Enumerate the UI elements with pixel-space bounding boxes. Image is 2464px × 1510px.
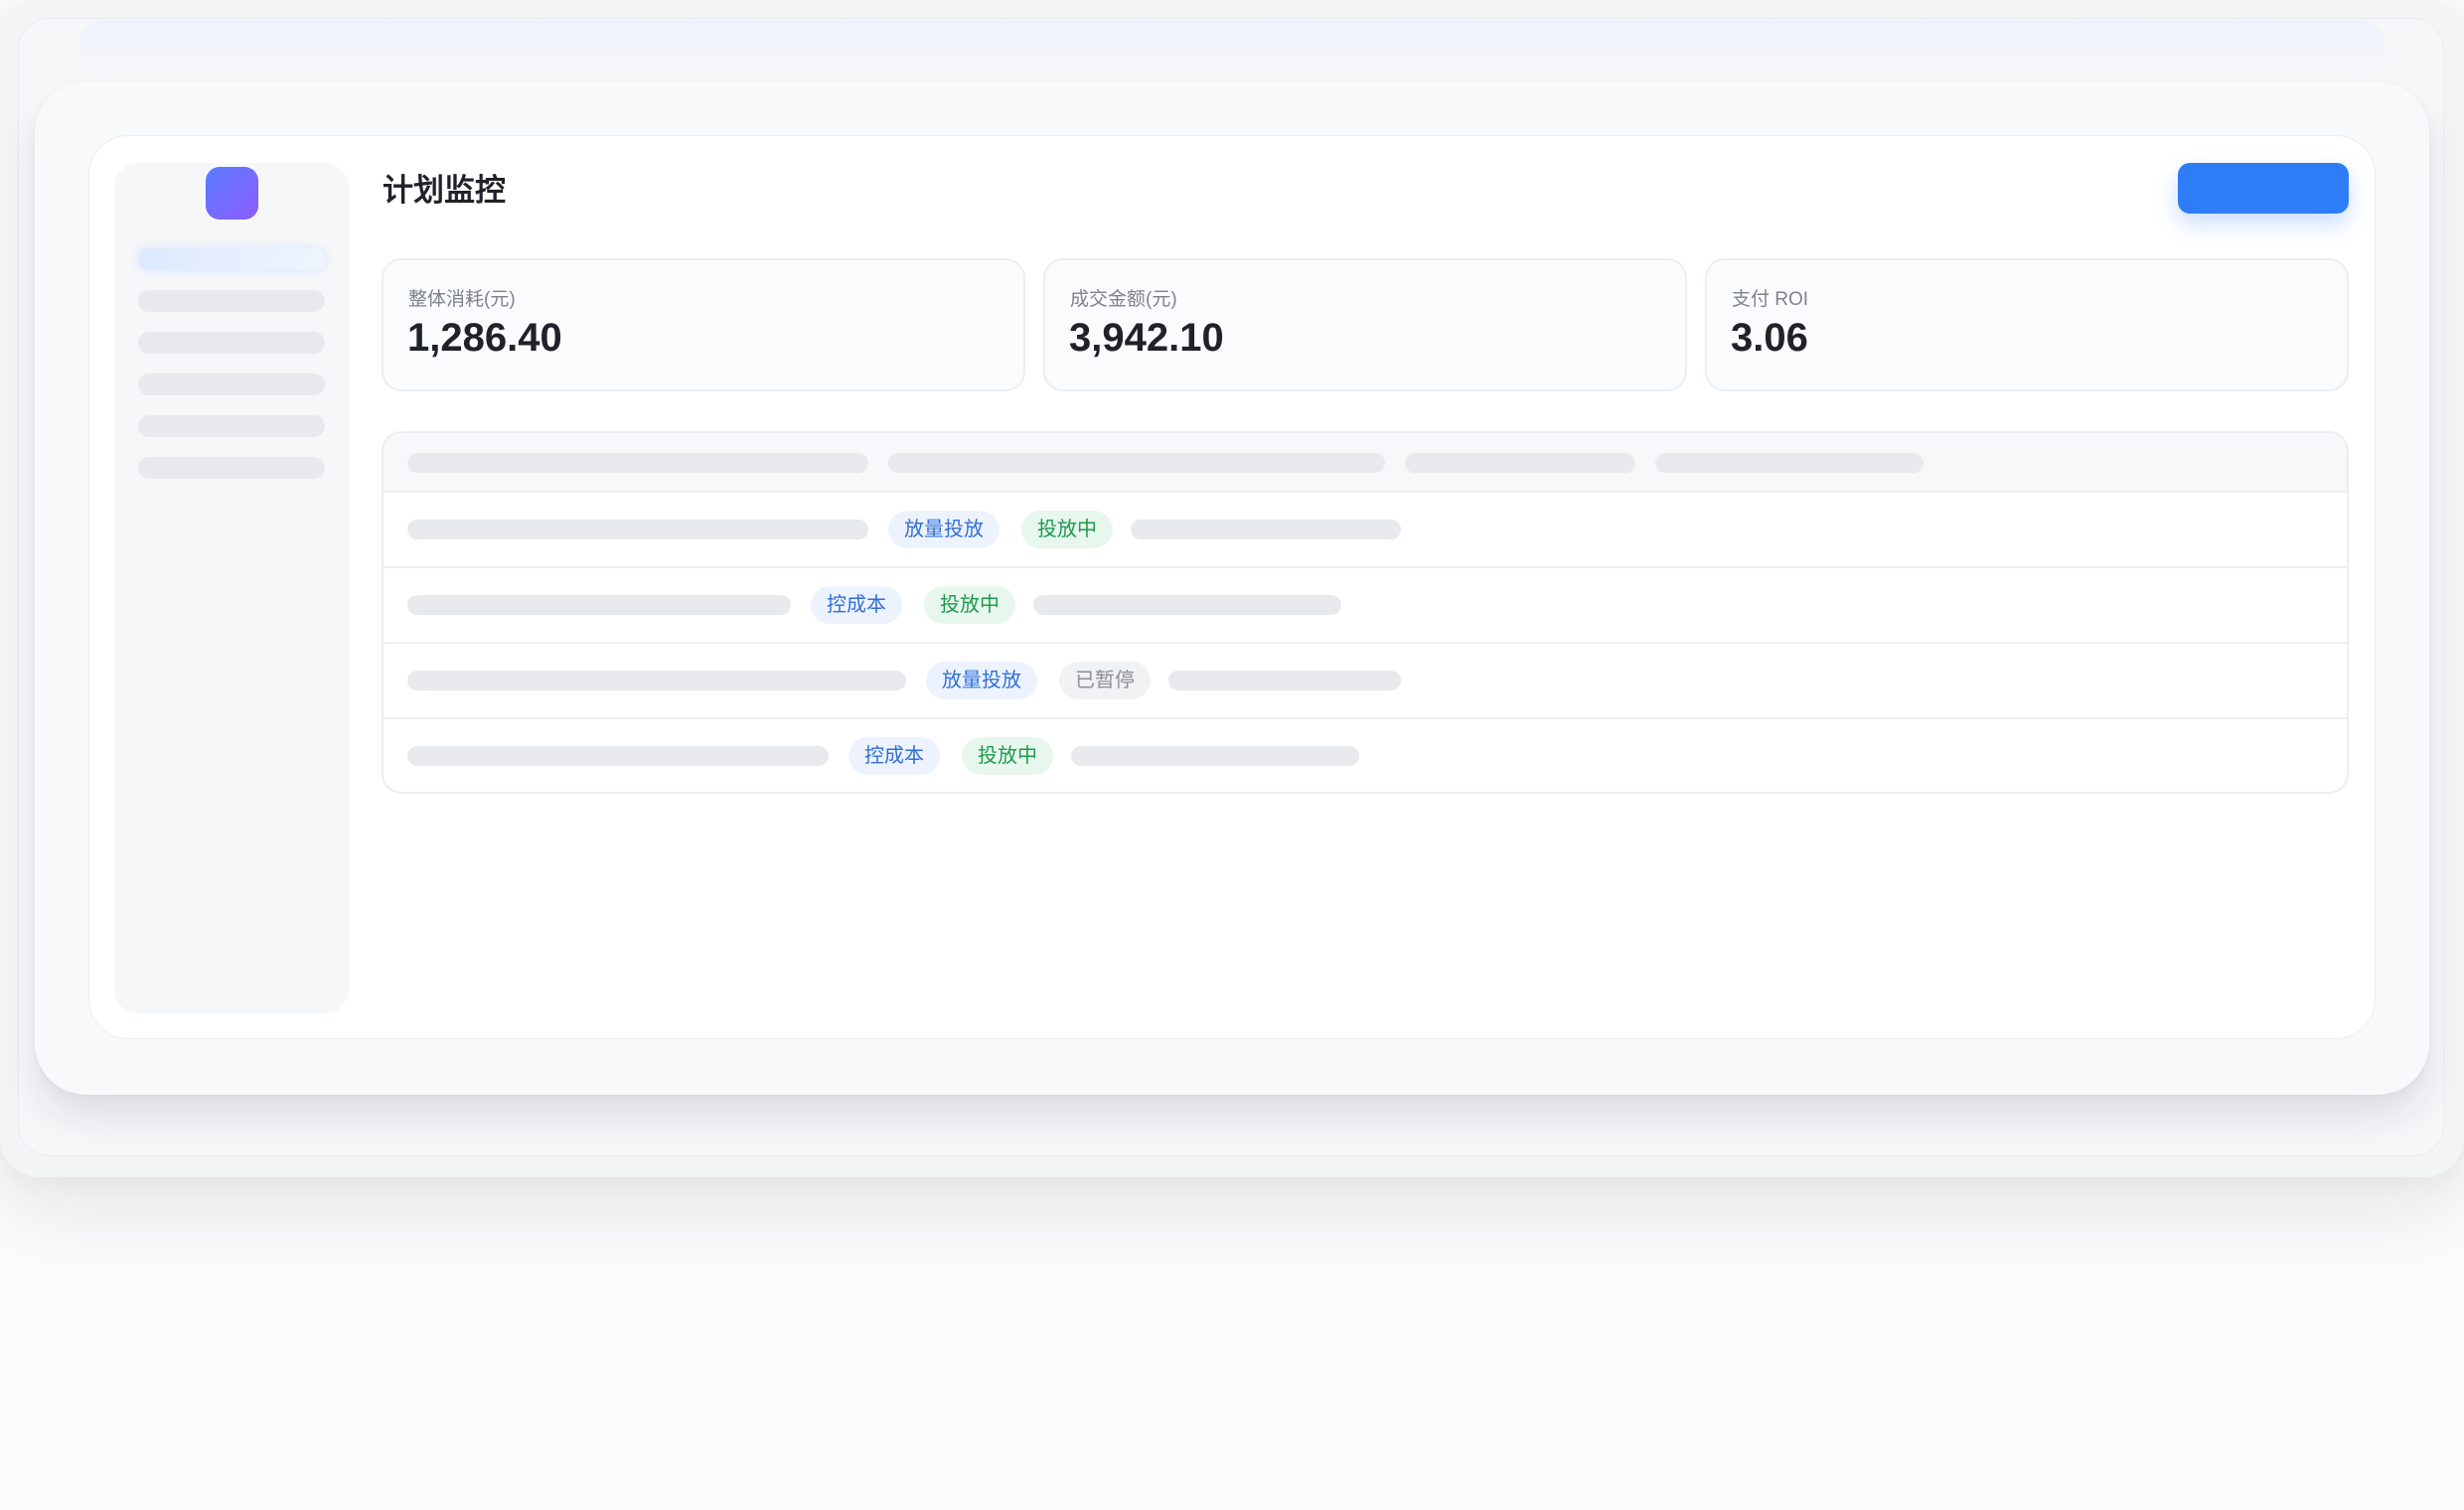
plan-type-tag: 控成本 [811, 586, 902, 624]
plan-type-tag: 放量投放 [888, 511, 1000, 548]
top-glow [79, 20, 2385, 81]
kpi-value: 3,942.10 [1069, 316, 1224, 360]
sidebar-item[interactable] [138, 290, 325, 312]
cell-placeholder [1071, 746, 1359, 766]
table-row[interactable]: 放量投放 已暂停 [384, 644, 2347, 719]
plan-status-tag: 投放中 [1021, 511, 1113, 548]
kpi-card-spend: 整体消耗(元) 1,286.40 [382, 258, 1025, 391]
cell-placeholder [407, 595, 791, 615]
table-row[interactable]: 控成本 投放中 [384, 568, 2347, 644]
page-title: 计划监控 [383, 173, 506, 208]
primary-action-button[interactable] [2178, 163, 2349, 214]
sidebar-item[interactable] [138, 415, 325, 437]
header-placeholder [1405, 453, 1635, 473]
kpi-card-roi: 支付 ROI 3.06 [1705, 258, 2349, 391]
cell-placeholder [1168, 671, 1401, 690]
kpi-value: 3.06 [1731, 316, 1808, 360]
cell-placeholder [1033, 595, 1341, 615]
sidebar-item[interactable] [138, 332, 325, 354]
cell-placeholder [1131, 520, 1401, 539]
plan-table: 放量投放 投放中 控成本 投放中 放量投放 已暂停 控成本 投放中 [382, 431, 2349, 794]
app-logo[interactable] [206, 167, 258, 220]
sidebar [114, 163, 349, 1013]
kpi-label: 整体消耗(元) [408, 289, 516, 310]
table-header [384, 433, 2347, 493]
sidebar-item-active[interactable] [138, 248, 325, 270]
cell-placeholder [407, 746, 829, 766]
table-row[interactable]: 放量投放 投放中 [384, 493, 2347, 568]
sidebar-item[interactable] [138, 374, 325, 395]
kpi-value: 1,286.40 [407, 316, 562, 360]
plan-status-tag: 投放中 [962, 737, 1053, 775]
plan-type-tag: 放量投放 [926, 662, 1037, 699]
plan-status-tag: 已暂停 [1059, 662, 1151, 699]
kpi-label: 成交金额(元) [1070, 289, 1177, 310]
header-placeholder [888, 453, 1385, 473]
cell-placeholder [407, 520, 868, 539]
header-placeholder [1655, 453, 1924, 473]
plan-status-tag: 投放中 [924, 586, 1015, 624]
header-placeholder [407, 453, 868, 473]
table-row[interactable]: 控成本 投放中 [384, 719, 2347, 792]
plan-type-tag: 控成本 [848, 737, 940, 775]
kpi-card-gmv: 成交金额(元) 3,942.10 [1043, 258, 1687, 391]
cell-placeholder [407, 671, 906, 690]
sidebar-item[interactable] [138, 457, 325, 479]
kpi-label: 支付 ROI [1732, 289, 1809, 310]
